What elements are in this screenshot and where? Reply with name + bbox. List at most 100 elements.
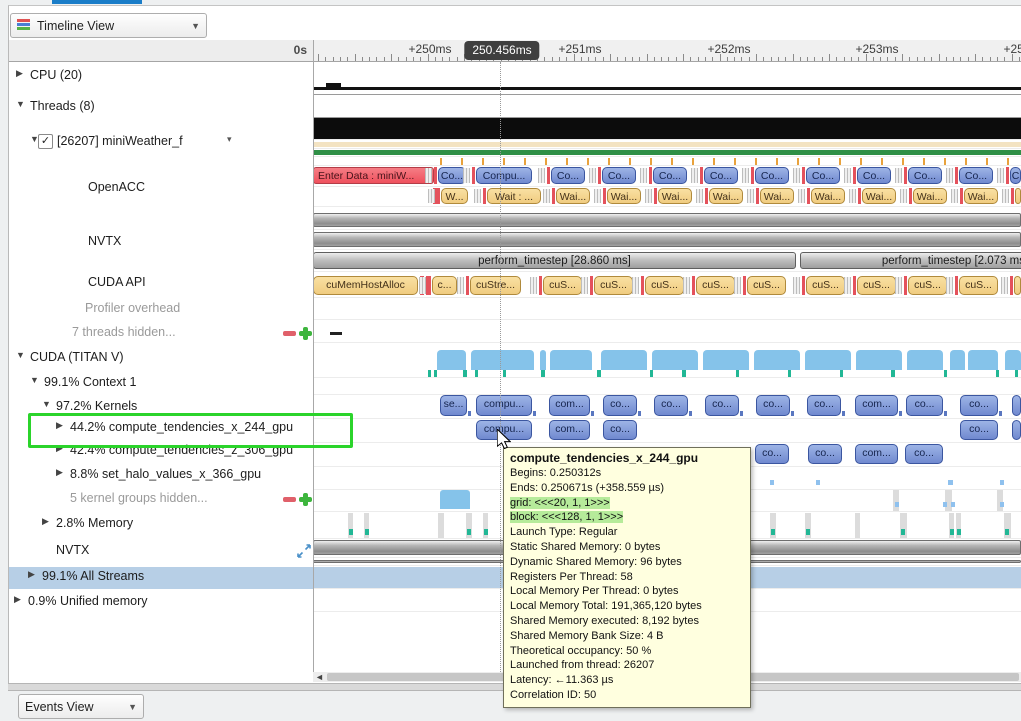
openacc-wait-event[interactable]: Wai... <box>811 188 845 204</box>
openacc-event[interactable]: Co... <box>806 167 840 184</box>
kernel-event[interactable]: co... <box>654 395 688 416</box>
kernel-event[interactable]: co... <box>807 395 841 416</box>
sidebar-row-15[interactable]: ▶2.8% Memory <box>9 514 313 534</box>
scroll-left-icon[interactable]: ◄ <box>315 672 324 682</box>
nvtx-bar-track-1[interactable] <box>313 213 1021 230</box>
openacc-wait-event[interactable] <box>1015 188 1021 204</box>
remove-filter-icon[interactable] <box>283 331 296 336</box>
sidebar-row-9[interactable]: ▼99.1% Context 1 <box>9 373 313 393</box>
kernel-event[interactable]: com... <box>549 420 590 440</box>
cuda-api-call[interactable] <box>1014 276 1021 295</box>
cuda-api-call[interactable]: cuS... <box>806 276 845 295</box>
nvtx-bar-track-2[interactable] <box>313 232 1021 250</box>
cuda-api-call[interactable]: cuStre... <box>470 276 521 295</box>
kernel-event[interactable]: se... <box>440 395 467 416</box>
kernel-event[interactable]: co... <box>755 444 789 464</box>
nvtx-range[interactable]: perform_timestep [28.860 ms] <box>313 252 796 269</box>
add-filter-icon[interactable] <box>299 493 312 506</box>
chevron-right-icon[interactable]: ▶ <box>28 569 35 580</box>
kernel-event[interactable]: co... <box>906 395 943 416</box>
openacc-wait-event[interactable]: Wait : ... <box>487 188 541 204</box>
openacc-event[interactable]: Co... <box>857 167 891 184</box>
openacc-wait-event[interactable]: Wai... <box>556 188 590 204</box>
track-decoration[interactable] <box>313 232 1021 247</box>
openacc-event[interactable]: Co... <box>755 167 789 184</box>
cuda-api-track[interactable]: cuMemHostAlloc c... cuStre... cuS... cuS... c… <box>313 276 1021 298</box>
events-view-dropdown[interactable]: Events View ▼ <box>18 694 144 719</box>
openacc-wait-event[interactable]: Wai... <box>607 188 641 204</box>
kernel-event[interactable]: co... <box>808 444 842 464</box>
sidebar-row-0[interactable]: ▶CPU (20) <box>9 66 313 86</box>
chevron-right-icon[interactable]: ▶ <box>14 594 21 605</box>
openacc-wait-event[interactable]: Wai... <box>964 188 998 204</box>
sidebar-row-7[interactable]: 7 threads hidden... <box>9 323 313 343</box>
openacc-event[interactable]: Co... <box>908 167 942 184</box>
cuda-api-call[interactable]: cuS... <box>747 276 786 295</box>
sidebar-row-13[interactable]: ▶8.8% set_halo_values_x_366_gpu <box>9 465 313 485</box>
chevron-down-icon[interactable]: ▾ <box>227 134 232 145</box>
sidebar-row-2[interactable]: ▼✓[26207] miniWeather_f▾ <box>9 132 313 152</box>
kernel-event[interactable]: co... <box>603 395 637 416</box>
sidebar-row-18[interactable]: ▶0.9% Unified memory <box>9 592 313 612</box>
openacc-event[interactable]: Enter Data : miniW... <box>313 167 434 184</box>
nvtx-range-track[interactable]: perform_timestep [28.860 ms]perform_time… <box>313 252 1021 272</box>
expand-row-icon[interactable] <box>297 544 311 561</box>
kernel-event[interactable] <box>1012 420 1021 440</box>
cuda-api-call[interactable]: cuS... <box>959 276 998 295</box>
sidebar-row-1[interactable]: ▼Threads (8) <box>9 97 313 117</box>
kernel-event[interactable]: com... <box>855 444 898 464</box>
kernel-event[interactable]: co... <box>756 395 790 416</box>
context-track[interactable] <box>313 380 1021 395</box>
track-decoration[interactable] <box>313 213 1021 227</box>
openacc-event[interactable]: C <box>1010 167 1021 184</box>
openacc-run-track[interactable] <box>313 150 1021 157</box>
panel-splitter-vertical[interactable] <box>313 40 314 682</box>
sidebar-row-5[interactable]: CUDA API <box>9 273 313 293</box>
remove-filter-icon[interactable] <box>283 497 296 502</box>
kernel-event[interactable] <box>1012 395 1021 416</box>
kernel-event[interactable]: co... <box>705 395 739 416</box>
chevron-right-icon[interactable]: ▶ <box>56 467 63 478</box>
sidebar-row-4[interactable]: NVTX <box>9 232 313 252</box>
sidebar-row-17[interactable]: ▶99.1% All Streams <box>9 567 313 587</box>
chevron-right-icon[interactable]: ▶ <box>42 516 49 527</box>
cuda-api-call[interactable]: c... <box>432 276 457 295</box>
add-filter-icon[interactable] <box>299 327 312 340</box>
cuda-api-call[interactable]: cuS... <box>645 276 684 295</box>
kernel-event[interactable]: compu... <box>476 395 532 416</box>
cuda-api-call[interactable]: cuS... <box>857 276 896 295</box>
profiler-overhead-track[interactable] <box>313 300 1021 320</box>
openacc-wait-event[interactable]: Wai... <box>709 188 743 204</box>
chevron-down-icon[interactable]: ▼ <box>30 375 39 385</box>
sidebar-row-16[interactable]: NVTX <box>9 541 313 561</box>
openacc-state-track[interactable] <box>313 142 1021 149</box>
sidebar-row-3[interactable]: OpenACC <box>9 178 313 198</box>
nvtx-range[interactable]: perform_timestep [2.073 ms] <box>800 252 1021 269</box>
hidden-threads-track[interactable] <box>313 323 1021 343</box>
kernel-event[interactable]: co... <box>603 420 637 440</box>
openacc-wait-event[interactable]: Wai... <box>658 188 692 204</box>
cuda-api-call[interactable]: cuS... <box>543 276 582 295</box>
kernels-track[interactable]: se...compu...com...co...co...co...co...c… <box>313 395 1021 419</box>
cpu-utilization-track[interactable] <box>313 62 1021 95</box>
openacc-event[interactable]: Co... <box>704 167 738 184</box>
threads-track[interactable] <box>313 95 1021 118</box>
openacc-tick-track[interactable] <box>313 157 1021 166</box>
cuda-api-call[interactable]: cuS... <box>908 276 947 295</box>
sidebar-row-6[interactable]: Profiler overhead <box>9 299 313 319</box>
sidebar-row-8[interactable]: ▼CUDA (TITAN V) <box>9 348 313 368</box>
kernel-x244-track[interactable]: compu...com...co...co... <box>313 420 1021 443</box>
cuda-api-call[interactable]: cuMemHostAlloc <box>313 276 418 295</box>
openacc-wait-event[interactable]: W... <box>441 188 468 204</box>
openacc-wait-track[interactable]: W... Wait : ... Wai... Wai... Wai... Wai... Wa… <box>313 188 1021 207</box>
openacc-event[interactable]: Co... <box>959 167 993 184</box>
openacc-range-track[interactable]: Enter Data : miniW... Co... Compu... Co... C… <box>313 167 1021 187</box>
thread-state-track[interactable] <box>313 118 1021 140</box>
chevron-down-icon[interactable]: ▼ <box>16 99 25 109</box>
openacc-wait-event[interactable]: Wai... <box>913 188 947 204</box>
thread-checkbox[interactable]: ✓ <box>38 134 53 149</box>
cuda-device-track[interactable] <box>313 346 1021 378</box>
openacc-wait-event[interactable]: Wai... <box>760 188 794 204</box>
chevron-right-icon[interactable]: ▶ <box>16 68 23 79</box>
openacc-event[interactable]: Compu... <box>476 167 532 184</box>
